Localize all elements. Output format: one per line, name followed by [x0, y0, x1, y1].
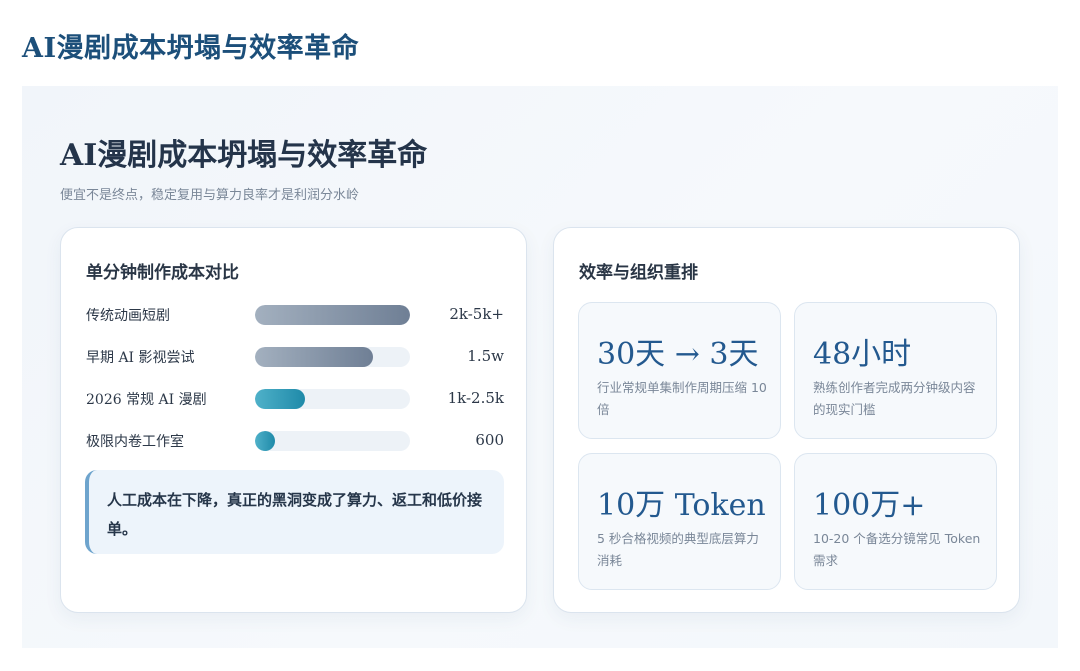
stat-value: 48小时: [813, 337, 912, 372]
stat-desc: 10-20 个备选分镜常见 Token 需求: [813, 531, 981, 568]
cost-bar-fill: [255, 347, 373, 367]
slide: AI漫剧成本坍塌与效率革命 便宜不是终点，稳定复用与算力良率才是利润分水岭 单分…: [22, 86, 1058, 648]
cost-row-value: 1k-2.5k: [447, 389, 504, 407]
cost-row-value: 1.5w: [467, 347, 504, 365]
cost-row-2026-ai: 2026 常规 AI 漫剧 1k-2.5k: [86, 388, 504, 410]
stat-desc: 行业常规单集制作周期压缩 10 倍: [597, 380, 767, 417]
cost-row-extreme-studio: 极限内卷工作室 600: [86, 430, 504, 452]
slide-title: AI漫剧成本坍塌与效率革命: [60, 138, 428, 173]
cost-row-early-ai: 早期 AI 影视尝试 1.5w: [86, 346, 504, 368]
cost-row-label: 极限内卷工作室: [86, 434, 184, 450]
efficiency-card-heading: 效率与组织重排: [579, 263, 698, 283]
cost-row-value: 600: [475, 431, 504, 449]
stat-card-token: 10万 Token 5 秒合格视频的典型底层算力消耗: [578, 453, 781, 590]
cost-card-heading: 单分钟制作成本对比: [86, 263, 239, 283]
efficiency-card: 效率与组织重排 30天 → 3天 行业常规单集制作周期压缩 10 倍 48小时 …: [553, 227, 1020, 613]
slide-subtitle: 便宜不是终点，稳定复用与算力良率才是利润分水岭: [60, 188, 360, 203]
cost-row-traditional: 传统动画短剧 2k-5k+: [86, 304, 504, 326]
cost-bar-fill: [255, 431, 276, 451]
cost-row-label: 传统动画短剧: [86, 308, 170, 324]
stat-card-hours: 48小时 熟练创作者完成两分钟级内容的现实门槛: [794, 302, 997, 439]
stat-value: 10万 Token: [597, 488, 766, 523]
stat-card-million-token: 100万+ 10-20 个备选分镜常见 Token 需求: [794, 453, 997, 590]
cost-bar-track: [255, 389, 410, 409]
cost-bar-fill: [255, 305, 410, 325]
stat-desc: 5 秒合格视频的典型底层算力消耗: [597, 531, 759, 568]
cost-bar-track: [255, 305, 410, 325]
stat-value: 30天 → 3天: [597, 337, 759, 372]
cost-row-label: 2026 常规 AI 漫剧: [86, 392, 207, 408]
page-title: AI漫剧成本坍塌与效率革命: [22, 33, 360, 64]
cost-callout: 人工成本在下降，真正的黑洞变成了算力、返工和低价接单。: [85, 470, 504, 554]
cost-bar-track: [255, 347, 410, 367]
cost-row-label: 早期 AI 影视尝试: [86, 350, 195, 366]
stat-card-cycle: 30天 → 3天 行业常规单集制作周期压缩 10 倍: [578, 302, 781, 439]
cost-bar-fill: [255, 389, 305, 409]
stat-desc: 熟练创作者完成两分钟级内容的现实门槛: [813, 380, 976, 417]
cost-bar-track: [255, 431, 410, 451]
cost-row-value: 2k-5k+: [449, 305, 504, 323]
cost-comparison-card: 单分钟制作成本对比 传统动画短剧 2k-5k+ 早期 AI 影视尝试 1.5w …: [60, 227, 527, 613]
stat-value: 100万+: [813, 488, 926, 523]
